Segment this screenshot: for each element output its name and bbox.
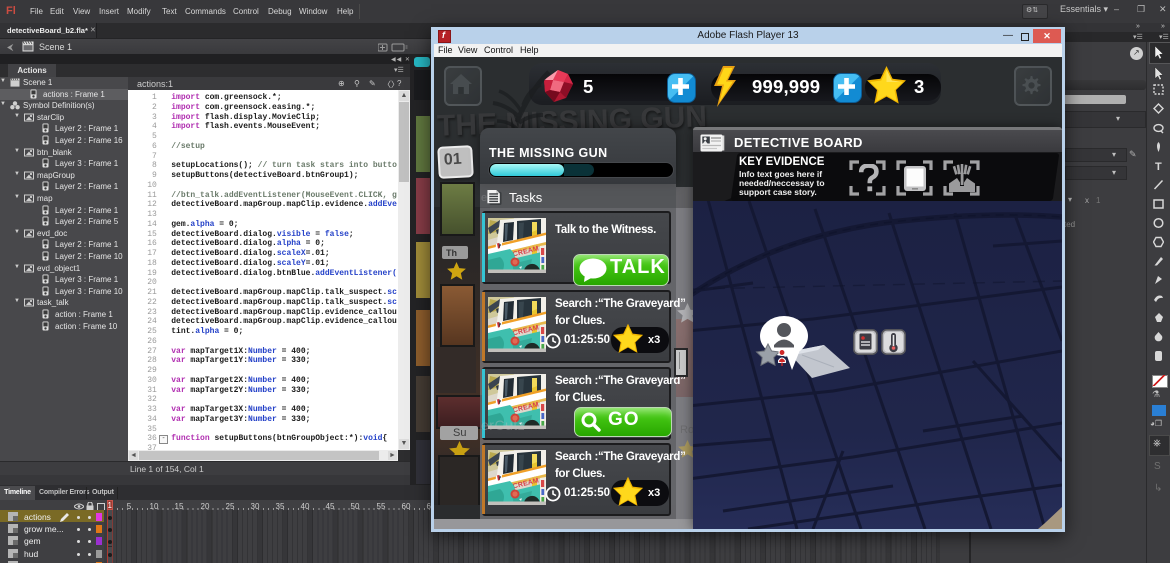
svg-text:T: T [1155, 161, 1162, 173]
